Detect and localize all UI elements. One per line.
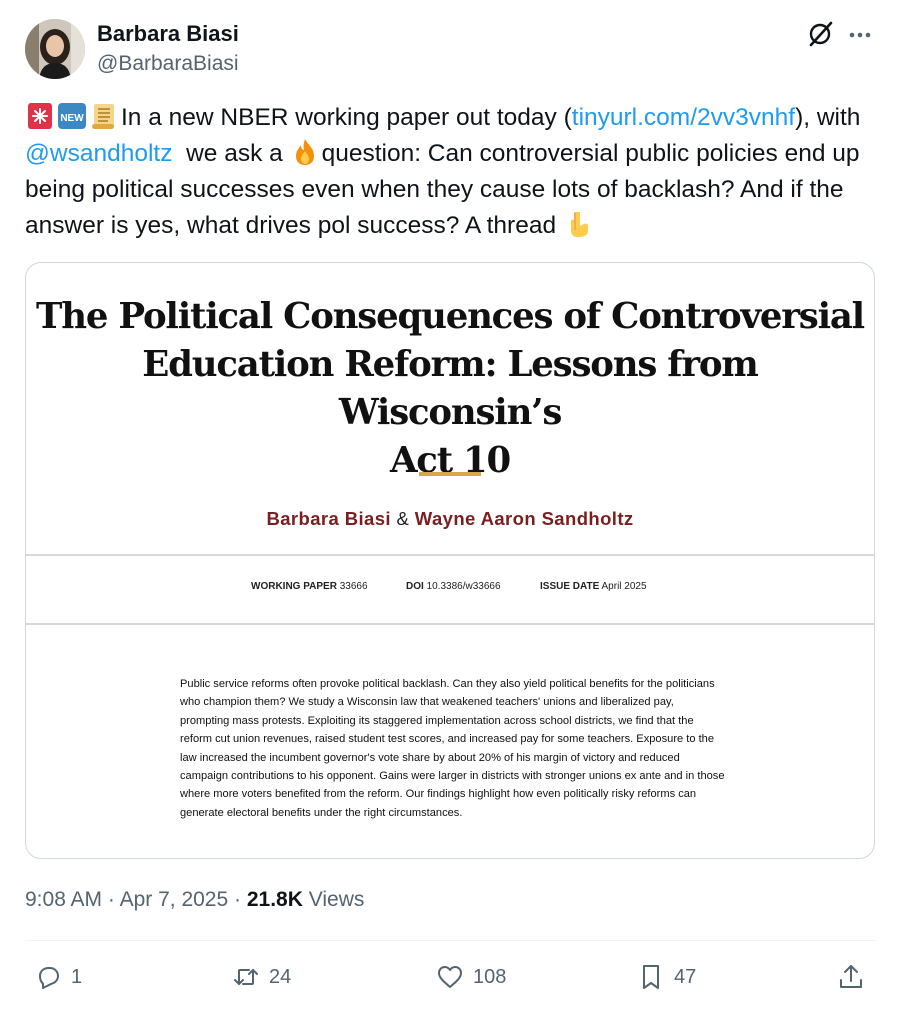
scroll-emoji-icon <box>92 104 114 129</box>
meta-bottom-rule <box>26 623 874 625</box>
paper-authors: Barbara Biasi & Wayne Aaron Sandholtz <box>26 508 874 530</box>
tweet-time[interactable]: 9:08 AM <box>25 888 102 911</box>
title-divider <box>419 472 481 476</box>
reply-count: 1 <box>71 965 83 988</box>
timestamp-sep-2: · <box>228 888 247 911</box>
paper-author-2: Wayne Aaron Sandholtz <box>414 508 634 529</box>
views-count[interactable]: 21.8K <box>247 888 303 911</box>
tweet-text-part1: In a new NBER working paper out today ( <box>121 104 572 131</box>
avatar[interactable] <box>25 19 85 79</box>
working-paper-meta: WORKING PAPER 33666 <box>251 581 368 592</box>
like-button[interactable]: 108 <box>435 961 506 993</box>
tweet-date[interactable]: Apr 7, 2025 <box>120 888 229 911</box>
author-handle[interactable]: @BarbaraBiasi <box>97 52 239 76</box>
issue-date-value: April 2025 <box>601 581 647 592</box>
issue-date-meta: ISSUE DATE April 2025 <box>540 581 647 592</box>
issue-date-label: ISSUE DATE <box>540 581 600 592</box>
reply-icon <box>39 967 59 989</box>
doi-meta: DOI 10.3386/w33666 <box>406 581 501 592</box>
working-paper-value: 33666 <box>339 581 368 592</box>
siren-emoji-icon <box>28 103 52 129</box>
bookmark-count: 47 <box>674 965 697 988</box>
timestamp-sep-1: · <box>102 888 120 911</box>
paper-title-line2: Education Reform: Lessons from Wisconsin… <box>142 344 759 433</box>
views-label: Views <box>302 888 365 911</box>
paper-title: The Political Consequences of Controvers… <box>26 293 874 485</box>
bookmark-button[interactable]: 47 <box>636 961 696 993</box>
repost-button[interactable]: 24 <box>231 961 291 993</box>
paper-title-line3: Act 10 <box>389 440 511 481</box>
heart-icon <box>438 966 462 988</box>
more-options-icon[interactable] <box>846 21 874 49</box>
author-name[interactable]: Barbara Biasi <box>97 21 239 47</box>
repost-count: 24 <box>269 965 292 988</box>
new-emoji-icon: NEW <box>58 103 86 129</box>
paper-author-amp: & <box>396 508 410 529</box>
tweet-text-part2: ), with <box>795 104 861 131</box>
paper-title-line1: The Political Consequences of Controvers… <box>36 296 865 337</box>
svg-text:NEW: NEW <box>60 113 84 124</box>
pointing-down-emoji-icon <box>570 212 588 237</box>
tweet-container: Barbara Biasi @BarbaraBiasi NEW In a new… <box>0 0 898 1012</box>
paper-abstract: Public service reforms often provoke pol… <box>180 678 725 819</box>
tweet-link[interactable]: tinyurl.com/2vv3vnhf <box>572 104 795 131</box>
working-paper-label: WORKING PAPER <box>251 581 337 592</box>
grok-icon[interactable] <box>806 20 834 48</box>
tweet-mention[interactable]: @wsandholtz <box>25 140 172 167</box>
tweet-text-part3: we ask a <box>172 140 290 167</box>
bookmark-icon <box>643 965 659 989</box>
media-card[interactable]: The Political Consequences of Controvers… <box>25 262 875 859</box>
doi-label: DOI <box>406 581 424 592</box>
fire-emoji-icon <box>295 139 314 165</box>
actions-divider <box>25 940 875 941</box>
tweet-timestamp: 9:08 AM · Apr 7, 2025 · 21.8K Views <box>25 888 364 912</box>
paper-author-1: Barbara Biasi <box>266 508 391 529</box>
doi-value: 10.3386/w33666 <box>426 581 501 592</box>
meta-top-rule <box>26 554 874 556</box>
reply-button[interactable]: 1 <box>33 961 82 993</box>
share-button[interactable] <box>836 961 866 993</box>
share-icon <box>840 965 862 988</box>
like-count: 108 <box>473 965 507 988</box>
tweet-text: NEW In a new NBER working paper out toda… <box>25 100 877 244</box>
paper-meta-row: WORKING PAPER 33666 DOI 10.3386/w33666 I… <box>26 581 874 601</box>
repost-icon <box>234 969 258 985</box>
